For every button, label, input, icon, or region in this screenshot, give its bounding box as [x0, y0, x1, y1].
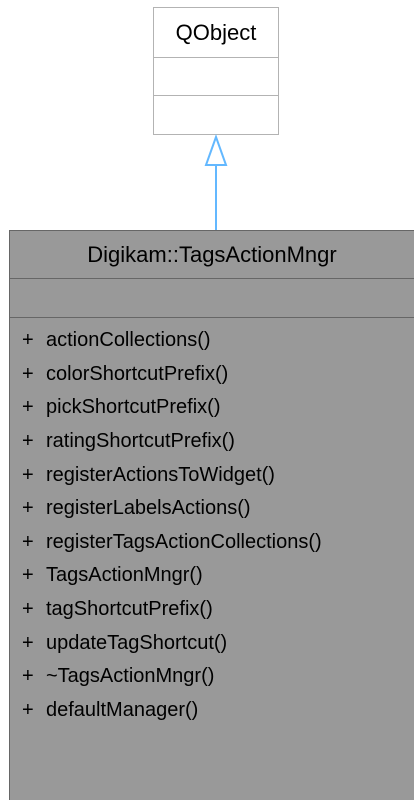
method-name: registerLabelsActions() — [46, 497, 251, 520]
method-visibility: + — [22, 329, 34, 352]
parent-class-methods-section — [154, 96, 278, 134]
method-visibility: + — [22, 631, 34, 654]
method-row: + registerActionsToWidget() — [10, 458, 414, 492]
method-visibility: + — [22, 396, 34, 419]
method-name: pickShortcutPrefix() — [46, 396, 221, 419]
method-name: registerActionsToWidget() — [46, 463, 275, 486]
class-methods-section: + actionCollections() + colorShortcutPrefi… — [10, 318, 414, 727]
method-name: ~TagsActionMngr() — [46, 665, 215, 688]
parent-class-name: QObject — [154, 8, 278, 58]
method-name: colorShortcutPrefix() — [46, 362, 229, 385]
method-row: + ~TagsActionMngr() — [10, 660, 414, 694]
method-name: ratingShortcutPrefix() — [46, 430, 235, 453]
method-visibility: + — [22, 463, 34, 486]
method-visibility: + — [22, 497, 34, 520]
method-visibility: + — [22, 362, 34, 385]
method-row: + defaultManager() — [10, 694, 414, 728]
inheritance-arrowhead-icon — [204, 134, 228, 166]
method-row: + actionCollections() — [10, 324, 414, 358]
class-box[interactable]: Digikam::TagsActionMngr + actionCollectio… — [9, 230, 414, 800]
method-name: actionCollections() — [46, 329, 211, 352]
method-visibility: + — [22, 564, 34, 587]
method-name: defaultManager() — [46, 698, 199, 721]
method-visibility: + — [22, 665, 34, 688]
method-row: + TagsActionMngr() — [10, 559, 414, 593]
method-visibility: + — [22, 598, 34, 621]
parent-class-box[interactable]: QObject — [153, 7, 279, 135]
method-row: + pickShortcutPrefix() — [10, 391, 414, 425]
class-attributes-section — [10, 279, 414, 318]
method-visibility: + — [22, 698, 34, 721]
method-row: + ratingShortcutPrefix() — [10, 425, 414, 459]
method-visibility: + — [22, 530, 34, 553]
method-row: + registerLabelsActions() — [10, 492, 414, 526]
method-name: tagShortcutPrefix() — [46, 598, 213, 621]
class-name: Digikam::TagsActionMngr — [10, 231, 414, 279]
method-name: updateTagShortcut() — [46, 631, 228, 654]
method-row: + tagShortcutPrefix() — [10, 593, 414, 627]
method-name: registerTagsActionCollections() — [46, 530, 322, 553]
method-name: TagsActionMngr() — [46, 564, 203, 587]
method-row: + updateTagShortcut() — [10, 626, 414, 660]
parent-class-attributes-section — [154, 58, 278, 96]
method-row: + colorShortcutPrefix() — [10, 358, 414, 392]
method-row: + registerTagsActionCollections() — [10, 526, 414, 560]
method-visibility: + — [22, 430, 34, 453]
